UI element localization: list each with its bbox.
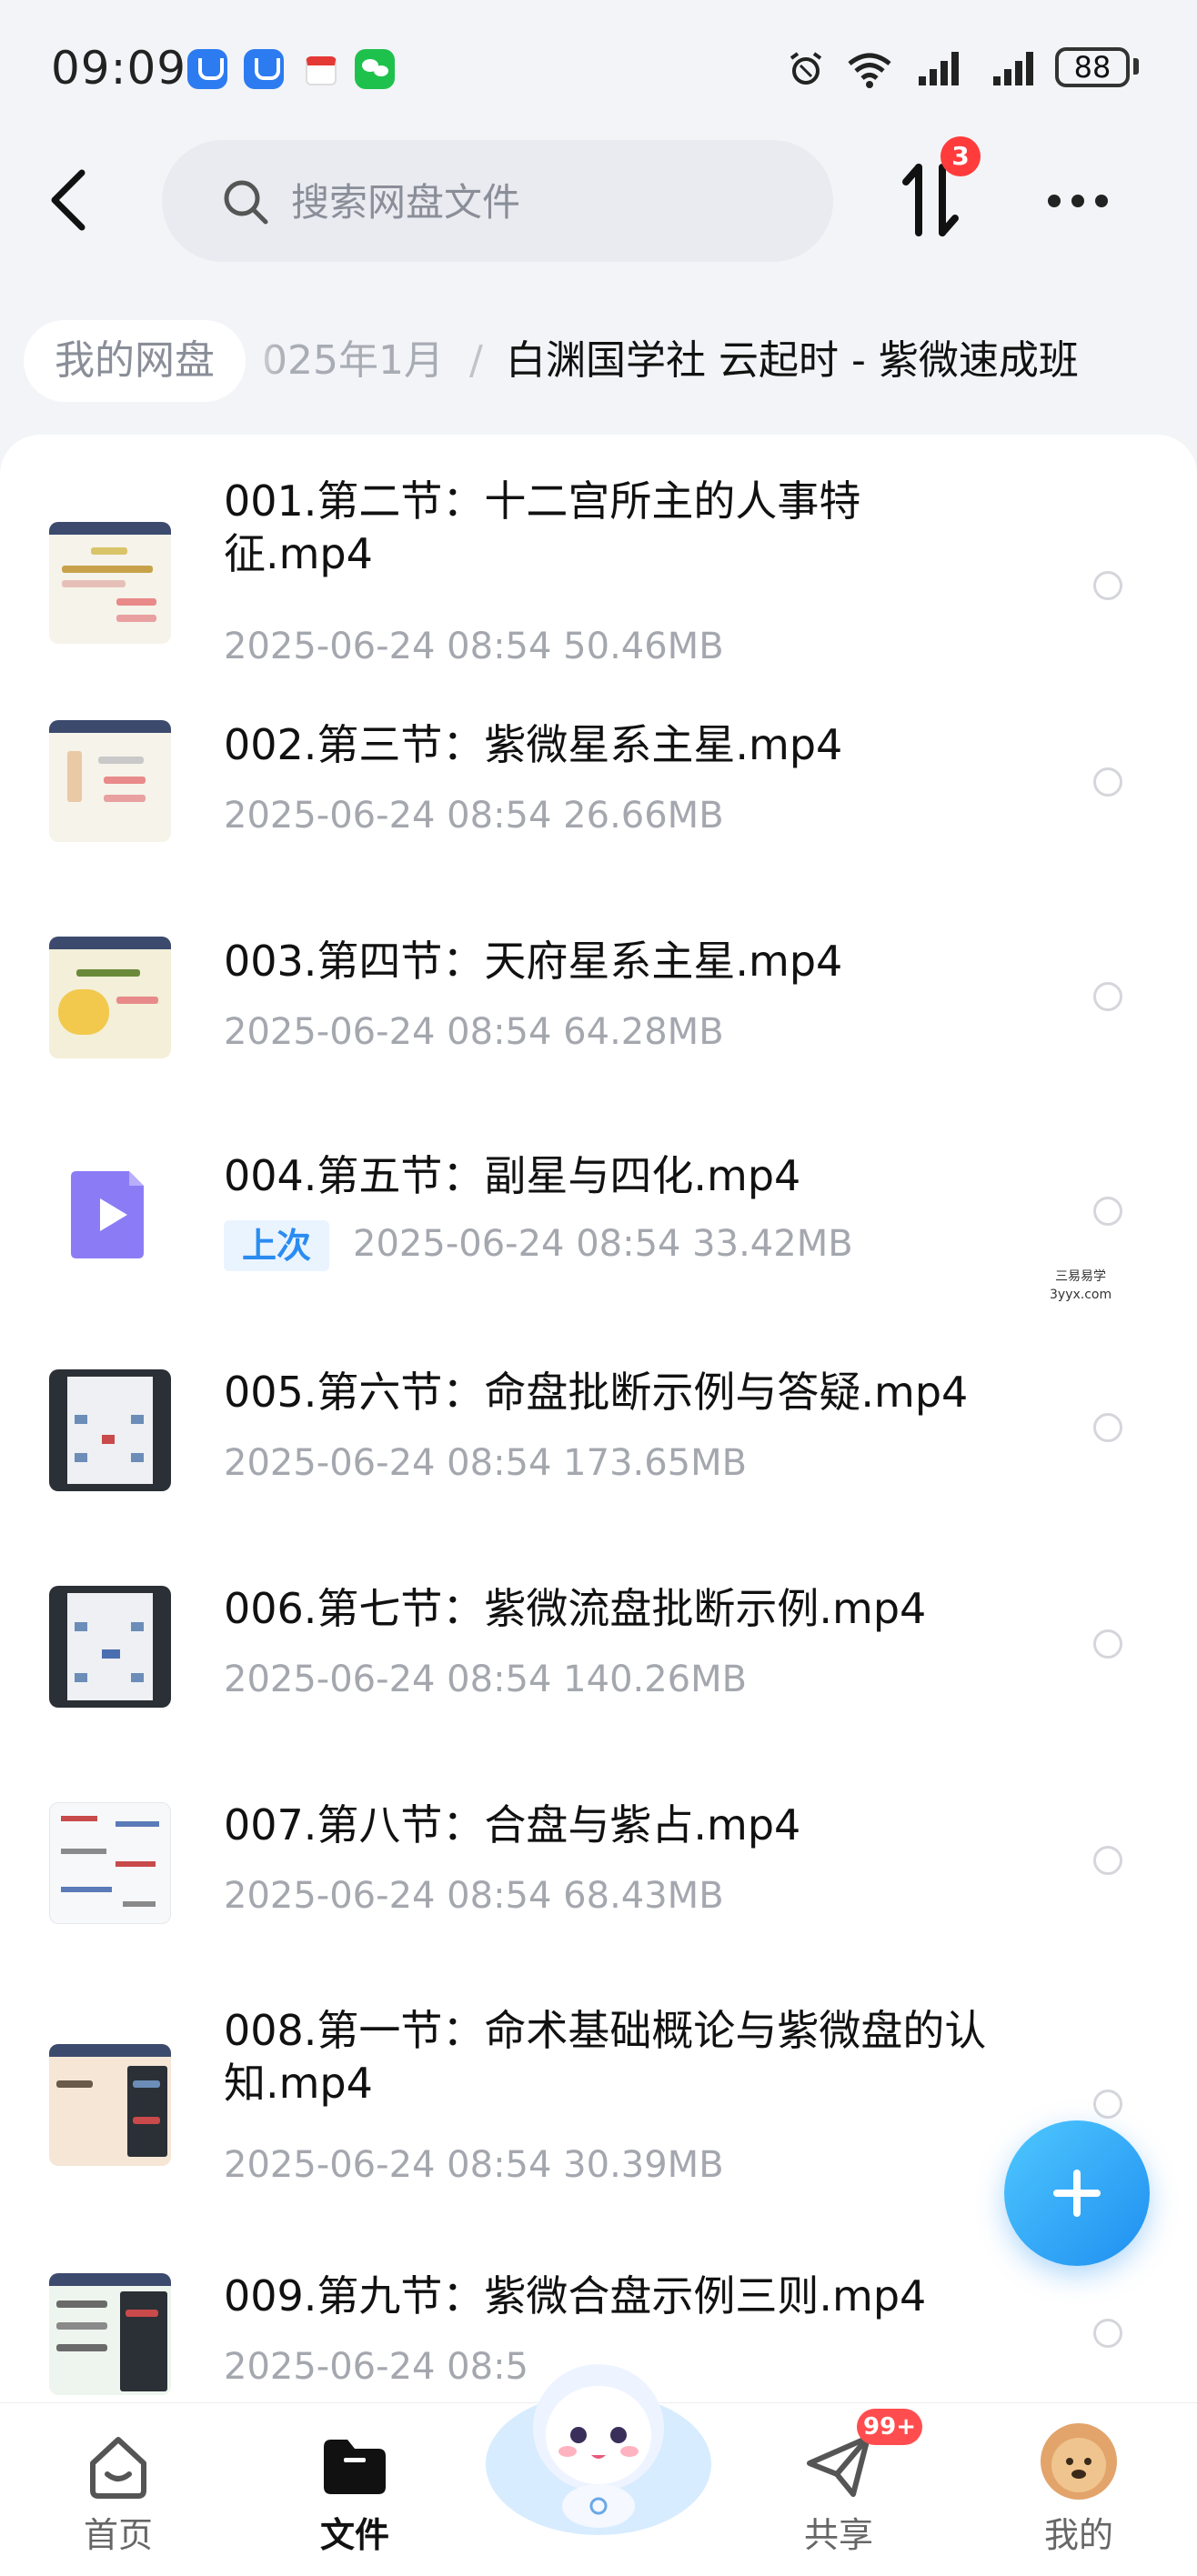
- dot-icon: [1048, 195, 1061, 207]
- video-thumbnail: [49, 1586, 171, 1708]
- mascot-icon[interactable]: [480, 2328, 717, 2546]
- video-thumbnail: [49, 937, 171, 1058]
- status-bar: 09:09 88: [0, 0, 1197, 145]
- select-radio[interactable]: [1093, 2090, 1122, 2119]
- signal-icon: [919, 52, 959, 85]
- select-radio[interactable]: [1093, 1846, 1122, 1875]
- calendar-notification-icon: [306, 56, 337, 85]
- breadcrumb-item-root[interactable]: 我的网盘: [24, 320, 246, 402]
- nav-label: 文件: [319, 2515, 389, 2555]
- last-played-badge: 上次: [224, 1220, 330, 1271]
- select-radio[interactable]: [1093, 1197, 1122, 1226]
- file-name: 004.第五节：副星与四化.mp4: [224, 1151, 801, 1200]
- file-row[interactable]: 003.第四节：天府星系主星.mp4 2025-06-24 08:54 64.2…: [0, 926, 1197, 1108]
- file-meta: 2025-06-24 08:54 140.26MB: [224, 1659, 748, 1700]
- video-thumbnail: [49, 1369, 171, 1491]
- breadcrumb-item-year[interactable]: 025年1月: [262, 320, 444, 402]
- search-bar[interactable]: [162, 140, 833, 262]
- select-radio[interactable]: [1093, 767, 1122, 797]
- dot-icon: [1071, 195, 1084, 207]
- file-row[interactable]: 004.第五节：副星与四化.mp4 上次 2025-06-24 08:54 33.…: [0, 1140, 1197, 1331]
- video-thumbnail: [49, 1802, 171, 1924]
- file-name: 006.第七节：紫微流盘批断示例.mp4: [224, 1584, 927, 1633]
- file-meta-row: 上次 2025-06-24 08:54 33.42MB: [224, 1220, 853, 1271]
- breadcrumb: 025年1月 我的网盘 / 白渊国学社 云起时 - 紫微速成班: [0, 318, 1197, 409]
- select-radio[interactable]: [1093, 1413, 1122, 1442]
- battery-tip: [1133, 58, 1139, 75]
- nav-label: 首页: [83, 2515, 153, 2555]
- file-meta: 2025-06-24 08:54 33.42MB: [353, 1223, 853, 1265]
- file-name: 005.第六节：命盘批断示例与答疑.mp4: [224, 1368, 969, 1417]
- app-notification-icon: [244, 49, 284, 89]
- video-thumbnail: [49, 522, 171, 644]
- avatar: [1041, 2423, 1117, 2500]
- file-meta: 2025-06-24 08:54 30.39MB: [224, 2144, 724, 2186]
- video-thumbnail: [49, 2273, 171, 2395]
- file-name: 003.第四节：天府星系主星.mp4: [224, 937, 843, 986]
- watermark: 三易易学 3yyx.com: [1050, 1268, 1112, 1304]
- file-meta: 2025-06-24 08:54 68.43MB: [224, 1875, 724, 1917]
- back-arrow-icon[interactable]: [42, 164, 96, 236]
- file-row[interactable]: 006.第七节：紫微流盘批断示例.mp4 2025-06-24 08:54 14…: [0, 1573, 1197, 1755]
- file-name: 002.第三节：紫微星系主星.mp4: [224, 720, 843, 769]
- file-row[interactable]: 001.第二节：十二宫所主的人事特征.mp4 2025-06-24 08:54 …: [0, 471, 1197, 671]
- select-radio[interactable]: [1093, 2319, 1122, 2348]
- battery-indicator: 88: [1055, 47, 1130, 87]
- watermark-line: 3yyx.com: [1050, 1288, 1112, 1302]
- breadcrumb-item-current: 白渊国学社 云起时 - 紫微速成班: [506, 337, 1079, 384]
- nav-label: 共享: [803, 2515, 873, 2555]
- nav-label: 我的: [1043, 2515, 1113, 2555]
- status-time: 09:09: [51, 42, 187, 95]
- file-name: 007.第八节：合盘与紫占.mp4: [224, 1800, 801, 1849]
- select-radio[interactable]: [1093, 982, 1122, 1011]
- nav-item-mine[interactable]: 我的: [997, 2403, 1161, 2576]
- file-meta: 2025-06-24 08:54 64.28MB: [224, 1011, 724, 1053]
- file-name: 001.第二节：十二宫所主的人事特征.mp4: [224, 476, 861, 578]
- file-row[interactable]: 007.第八节：合盘与紫占.mp4 2025-06-24 08:54 68.43…: [0, 1789, 1197, 1971]
- search-input[interactable]: [289, 171, 802, 233]
- more-options-button[interactable]: [1037, 173, 1119, 227]
- file-name: 008.第一节：命术基础概论与紫微盘的认知.mp4: [224, 2006, 987, 2108]
- home-icon: [90, 2437, 146, 2499]
- folder-icon: [324, 2440, 386, 2494]
- alarm-icon: [790, 52, 822, 85]
- video-thumbnail: [49, 720, 171, 842]
- video-file-icon: [71, 1171, 144, 1258]
- app-notification-icon: [187, 49, 227, 89]
- nav-item-files[interactable]: 文件: [273, 2403, 437, 2576]
- file-row[interactable]: 005.第六节：命盘批断示例与答疑.mp4 2025-06-24 08:54 1…: [0, 1357, 1197, 1539]
- transfer-count-badge: 3: [940, 136, 981, 176]
- wifi-icon: [848, 53, 891, 88]
- breadcrumb-separator: /: [469, 337, 483, 384]
- nav-item-home[interactable]: 首页: [36, 2403, 200, 2576]
- share-count-badge: 99+: [857, 2409, 922, 2445]
- search-icon: [224, 180, 268, 225]
- file-meta: 2025-06-24 08:54 50.46MB: [224, 626, 724, 667]
- dog-avatar-icon: [1051, 2438, 1106, 2492]
- file-meta: 2025-06-24 08:54 26.66MB: [224, 795, 724, 837]
- dot-icon: [1095, 195, 1108, 207]
- file-meta: 2025-06-24 08:54 173.65MB: [224, 1442, 748, 1484]
- select-radio[interactable]: [1093, 571, 1122, 600]
- watermark-line: 三易易学: [1055, 1269, 1107, 1284]
- signal-icon: [993, 52, 1033, 85]
- file-name: 009.第九节：紫微合盘示例三则.mp4: [224, 2271, 927, 2320]
- select-radio[interactable]: [1093, 1629, 1122, 1659]
- add-button[interactable]: [1004, 2120, 1150, 2266]
- video-thumbnail: [49, 2044, 171, 2166]
- file-list: 001.第二节：十二宫所主的人事特征.mp4 2025-06-24 08:54 …: [0, 435, 1197, 2399]
- nav-item-share[interactable]: 99+ 共享: [757, 2403, 922, 2576]
- wechat-notification-icon: [355, 49, 395, 89]
- file-row[interactable]: 002.第三节：紫微星系主星.mp4 2025-06-24 08:54 26.6…: [0, 711, 1197, 893]
